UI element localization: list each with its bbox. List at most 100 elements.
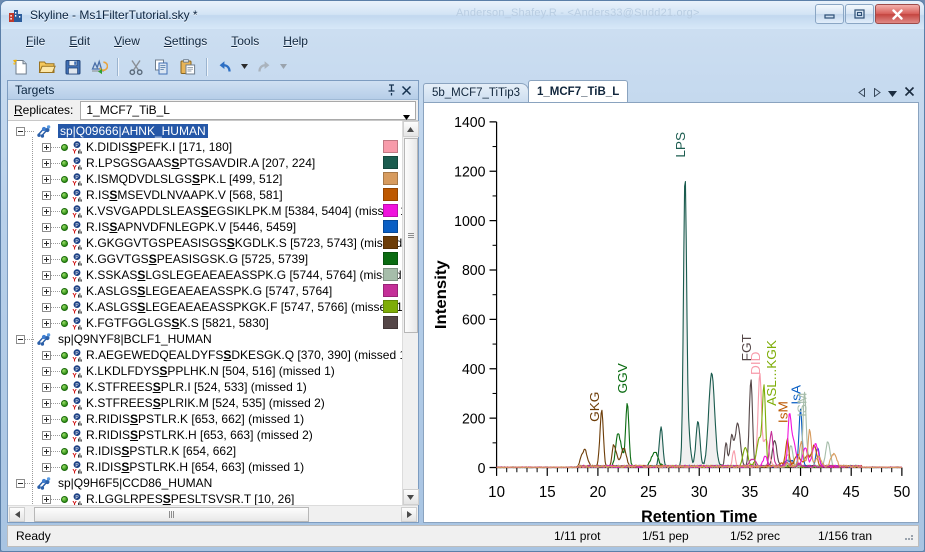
tree-scroll-thumb[interactable] [404,138,418,333]
tree-expander[interactable] [42,159,51,168]
tree-row-peptide[interactable]: PYK.STFREESSPLR.I [524, 533] (missed 1) [8,379,402,395]
menu-item-file[interactable]: File [15,31,56,51]
tree-expander[interactable] [42,255,51,264]
tree-row-protein[interactable]: sp|Q9H6F5|CCD86_HUMAN [8,475,402,491]
tree-row-peptide[interactable]: PYR.RIDISSPSTLRK.H [653, 663] (missed 2) [8,427,402,443]
menu-bar: File Edit View Settings Tools Help [1,29,924,53]
tree-expander[interactable] [42,399,51,408]
hscroll-thumb[interactable] [34,507,309,522]
tree-row-peptide[interactable]: PYR.LPSGSGAASSPTGSAVDIR.A [207, 224] [8,155,402,171]
tree-expander[interactable] [42,287,51,296]
tree-row-protein[interactable]: sp|Q9NYF8|BCLF1_HUMAN [8,331,402,347]
title-bar: Skyline - Ms1FilterTutorial.sky * Anders… [1,1,924,29]
peptide-label: K.ISMQDVDLSLGSSPK.L [499, 512] [86,172,282,186]
resize-grip-icon[interactable] [902,529,916,543]
scroll-right-icon[interactable] [401,507,417,522]
tree-expander[interactable] [42,175,51,184]
open-folder-icon[interactable] [35,55,59,78]
tree-row-peptide[interactable]: PYR.RIDISSPSTLR.K [653, 662] (missed 1) [8,411,402,427]
tree-row-peptide[interactable]: PYR.ISSAPNVDFNLEGPK.V [5446, 5459] [8,219,402,235]
tree-expander[interactable] [42,431,51,440]
pin-icon[interactable] [384,83,399,98]
peptide-seq-post: LGSLEGEAEAEASSPK.G [5744, 5764] (missed … [145,268,402,282]
close-icon[interactable] [399,83,414,98]
scroll-left-icon[interactable] [9,507,25,522]
tree-expander[interactable] [42,319,51,328]
tree-expander[interactable] [42,351,51,360]
prev-arrow-icon[interactable] [858,86,866,100]
tree-row-peptide[interactable]: PYK.FGTFGGLGSSK.S [5821, 5830] [8,315,402,331]
tree-row-peptide[interactable]: PYR.ISSMSEVDLNVAAPK.V [568, 581] [8,187,402,203]
tree-row-peptide[interactable]: PYK.LKDLFDYSSPPLHK.N [504, 516] (missed … [8,363,402,379]
tree-expander[interactable] [42,143,51,152]
tree-row-peptide[interactable]: PYR.IDISSPSTLRK.H [654, 663] (missed 1) [8,459,402,475]
cut-icon[interactable] [124,55,148,78]
tree-expander[interactable] [16,335,25,344]
tree-row-peptide[interactable]: PYR.LGGLRPESSPESLTSVSR.T [10, 26] [8,491,402,505]
tree-expander[interactable] [16,127,25,136]
save-icon[interactable] [61,55,85,78]
chromatogram-chart[interactable]: 0200400600800100012001400101520253035404… [423,103,919,523]
tree-row-peptide[interactable]: PYK.STFREESSPLRIK.M [524, 535] (missed 2… [8,395,402,411]
new-document-icon[interactable] [9,55,33,78]
tree-expander[interactable] [42,463,51,472]
tree-row-peptide[interactable]: PYR.AEGEWEDQEALDYFSSDKESGK.Q [370, 390] … [8,347,402,363]
tab-5b-mcf7-titip3[interactable]: 5b_MCF7_TiTip3 [423,83,529,102]
tree-row-peptide[interactable]: PYK.VSVGAPDLSLEASSEGSIKLPK.M [5384, 5404… [8,203,402,219]
maximize-button[interactable] [845,4,874,24]
peptide-mod-residue: S [163,492,171,505]
menu-item-settings[interactable]: Settings [153,31,218,51]
close-button[interactable] [875,4,920,24]
menu-item-view[interactable]: View [103,31,151,51]
peptide-status-dot [61,208,68,215]
undo-dropdown-icon[interactable] [239,55,250,78]
import-results-icon[interactable] [87,55,111,78]
tree-row-peptide[interactable]: PYK.GGVTGSSPEASISGSK.G [5725, 5739] [8,251,402,267]
minimize-button[interactable] [815,4,844,24]
tree-expander[interactable] [42,447,51,456]
tree-expander[interactable] [42,495,51,504]
tree-row-peptide[interactable]: PYK.ISMQDVDLSLGSSPK.L [499, 512] [8,171,402,187]
tree-expander[interactable] [42,415,51,424]
tree-expander[interactable] [42,223,51,232]
tab-1-mcf7-tib-l[interactable]: 1_MCF7_TiB_L [528,80,628,102]
tree-row-peptide[interactable]: PYR.IDISSPSTLR.K [654, 662] [8,443,402,459]
tree-expander[interactable] [16,479,25,488]
tree-expander[interactable] [42,191,51,200]
tree-row-peptide[interactable]: PYK.SSKASSLGSLEGEAEAEASSPK.G [5744, 5764… [8,267,402,283]
tree-horizontal-scrollbar[interactable] [8,505,418,522]
paste-icon[interactable] [176,55,200,78]
replicates-combobox[interactable]: 1_MCF7_TiB_L [80,101,416,120]
menu-item-edit[interactable]: Edit [58,31,101,51]
menu-item-tools[interactable]: Tools [220,31,270,51]
peptide-status-dot [61,496,68,503]
tree-expander[interactable] [42,239,51,248]
tree-row-peptide[interactable]: PYK.ASLGSSLEGEAEAEASSPKGK.F [5747, 5766]… [8,299,402,315]
copy-icon[interactable] [150,55,174,78]
tree-vertical-scrollbar[interactable] [402,121,418,505]
peptide-seq-pre: R.IS [86,220,109,234]
redo-dropdown-icon[interactable] [278,55,289,78]
close-icon[interactable] [904,86,915,100]
undo-icon[interactable] [213,55,237,78]
peptide-icon: PY [72,429,82,442]
peptide-mod-residue: S [153,396,161,410]
tree-expander[interactable] [42,271,51,280]
tree-expander[interactable] [42,303,51,312]
x-axis-title: Retention Time [641,508,757,522]
targets-tree[interactable]: sp|Q09666|AHNK_HUMANPYK.DIDISSPEFK.I [17… [8,121,402,505]
tree-row-peptide[interactable]: PYK.ASLGSSLEGEAEAEASSPK.G [5747, 5764] [8,283,402,299]
tree-expander[interactable] [42,383,51,392]
menu-item-help[interactable]: Help [272,31,319,51]
peptide-status-dot [61,432,68,439]
chevron-down-icon[interactable] [888,86,897,100]
tree-expander[interactable] [42,207,51,216]
scroll-up-icon[interactable] [403,121,419,137]
tree-row-peptide[interactable]: PYK.DIDISSPEFK.I [171, 180] [8,139,402,155]
scroll-down-icon[interactable] [403,489,419,505]
redo-icon[interactable] [252,55,276,78]
tree-row-protein[interactable]: sp|Q09666|AHNK_HUMAN [8,123,402,139]
tree-row-peptide[interactable]: PYK.GKGGVTGSPEASISGSSKGDLK.S [5723, 5743… [8,235,402,251]
next-arrow-icon[interactable] [873,86,881,100]
tree-expander[interactable] [42,367,51,376]
